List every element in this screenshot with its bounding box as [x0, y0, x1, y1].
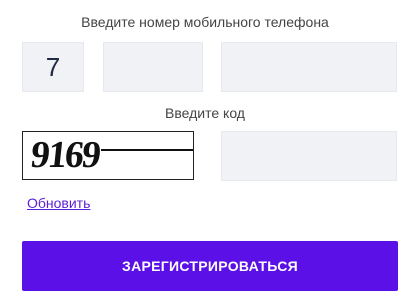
code-label: Введите код	[165, 105, 245, 121]
captcha-image: 9169	[22, 131, 194, 180]
captcha-code-field[interactable]	[221, 131, 397, 181]
register-button[interactable]: ЗАРЕГИСТРИРОВАТЬСЯ	[22, 241, 398, 291]
captcha-strike-line	[101, 149, 193, 151]
refresh-captcha-link[interactable]: Обновить	[27, 195, 90, 211]
phone-label: Введите номер мобильного телефона	[81, 14, 329, 30]
country-code-field[interactable]: 7	[22, 42, 84, 92]
phone-number-field[interactable]	[221, 42, 397, 92]
captcha-text: 9169	[28, 134, 102, 176]
operator-code-field[interactable]	[103, 42, 203, 92]
